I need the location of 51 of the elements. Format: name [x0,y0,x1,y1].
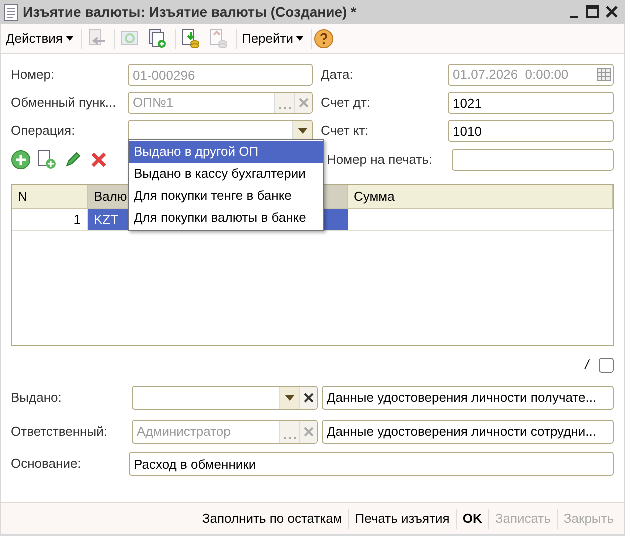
copy-add-icon[interactable] [148,28,168,48]
pencil-icon[interactable] [63,150,83,170]
field-label: Номер: [11,66,55,84]
document-coins-icon[interactable] [180,28,201,48]
dropdown-button[interactable] [279,387,299,409]
footer-button[interactable]: Заполнить по остаткам [196,508,348,528]
caret-icon [66,36,74,41]
delete-icon[interactable] [89,150,109,170]
close-icon [304,393,314,403]
field-label: Счет дт: [321,94,371,112]
menu-button[interactable]: Действия [3,28,77,48]
dropdown-option[interactable]: Выдано в другой ОП [129,141,323,163]
dropdown-option[interactable]: Для покупки валюты в банке [129,207,323,229]
caret-icon [298,128,308,134]
ellipsis-icon [278,107,290,110]
field-label: Счет кт: [321,122,369,140]
dropdown-button[interactable] [292,121,312,141]
caret-icon [284,395,294,401]
close-icon[interactable] [605,5,619,19]
field-label: Дата: [321,66,354,84]
dropdown-option[interactable]: Для покупки тенге в банке [129,185,323,207]
input-field[interactable]: 1021 [448,92,614,114]
copy-add-icon[interactable] [37,150,57,170]
dropdown-option[interactable]: Выдано в кассу бухгалтерии [129,163,323,185]
window-title: Изъятие валюты: Изъятие валюты (Создание) * [23,2,356,22]
close-icon [298,98,308,108]
help-icon[interactable] [314,28,334,48]
recipient-id-field[interactable]: Данные удостоверения личности получате... [322,386,614,410]
field-label: Обменный пунк... [11,94,116,112]
column-header[interactable]: Сумма [348,185,613,208]
footer-button[interactable]: Печать изъятия [349,508,456,528]
field-label: Основание: [11,455,82,474]
field-label: Номер на печать: [327,151,433,170]
input-field[interactable]: Расход в обменники [129,452,614,476]
issued-field[interactable] [132,386,318,410]
maximize-icon[interactable] [586,5,600,19]
checkbox[interactable] [599,358,614,372]
input-field[interactable]: 1010 [448,120,614,142]
checkbox-label: / [585,356,589,374]
add-icon[interactable] [11,150,31,170]
input-field[interactable] [452,149,614,171]
caret-icon [296,36,304,41]
field-label: Ответственный: [11,423,108,442]
clear-button[interactable] [299,387,317,409]
menu-button[interactable]: Перейти [238,28,308,48]
field-label: Выдано: [11,389,62,408]
field-label: Операция: [11,122,76,140]
footer-button[interactable]: OK [456,508,488,528]
ellipsis-icon [284,437,296,440]
close-icon [304,427,314,437]
document-icon [4,4,18,20]
